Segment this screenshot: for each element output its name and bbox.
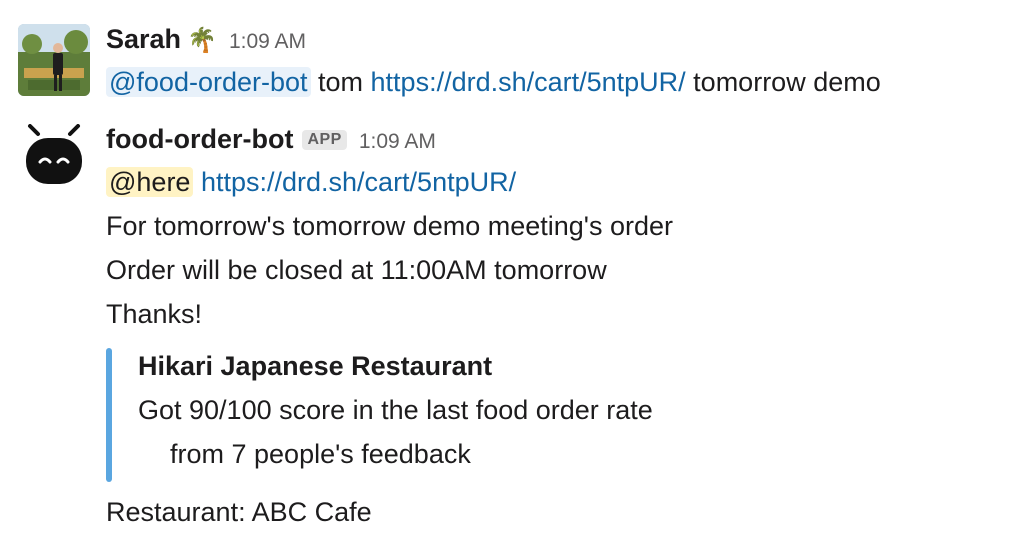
avatar-bot[interactable] [18,124,90,196]
user-photo-icon [18,24,90,96]
sender-name[interactable]: Sarah [106,24,181,55]
timestamp[interactable]: 1:09 AM [229,30,306,54]
robot-icon [18,124,90,196]
message-text-fragment: tomorrow demo [685,67,881,97]
avatar-sarah[interactable] [18,24,90,96]
message-header: food-order-bot APP 1:09 AM [106,124,1026,160]
attachment-text: Got 90/100 score in the last food order … [138,395,653,425]
attachment-text: from 7 people's feedback [170,439,471,469]
attachment-color-bar [106,348,112,482]
message-text: @food-order-bot tom https://drd.sh/cart/… [106,60,1026,104]
message-line: For tomorrow's tomorrow demo meeting's o… [106,211,673,241]
message-food-order-bot: food-order-bot APP 1:09 AM @here https:/… [18,124,1026,544]
restaurant-attachment: Hikari Japanese Restaurant Got 90/100 sc… [106,344,1026,482]
timestamp[interactable]: 1:09 AM [359,130,436,154]
app-badge: APP [302,130,347,150]
sender-name[interactable]: food-order-bot [106,124,293,155]
message-content: food-order-bot APP 1:09 AM @here https:/… [106,124,1026,534]
here-mention[interactable]: @here [106,167,194,197]
message-line: Order will be closed at 11:00AM tomorrow [106,255,607,285]
restaurant-footer: Restaurant: ABC Cafe [106,497,372,527]
message-header: Sarah 🌴 1:09 AM [106,24,1026,60]
message-text-fragment: tom [310,67,371,97]
cart-link[interactable]: https://drd.sh/cart/5ntpUR/ [371,67,686,97]
user-mention[interactable]: @food-order-bot [106,67,311,97]
message-content: Sarah 🌴 1:09 AM @food-order-bot tom http… [106,24,1026,104]
cart-link[interactable]: https://drd.sh/cart/5ntpUR/ [201,167,516,197]
message-sarah: Sarah 🌴 1:09 AM @food-order-bot tom http… [18,24,1026,104]
message-text: @here https://drd.sh/cart/5ntpUR/ [106,160,1026,204]
palm-tree-icon: 🌴 [187,27,217,54]
message-line: Thanks! [106,299,203,329]
attachment-title: Hikari Japanese Restaurant [138,351,493,381]
